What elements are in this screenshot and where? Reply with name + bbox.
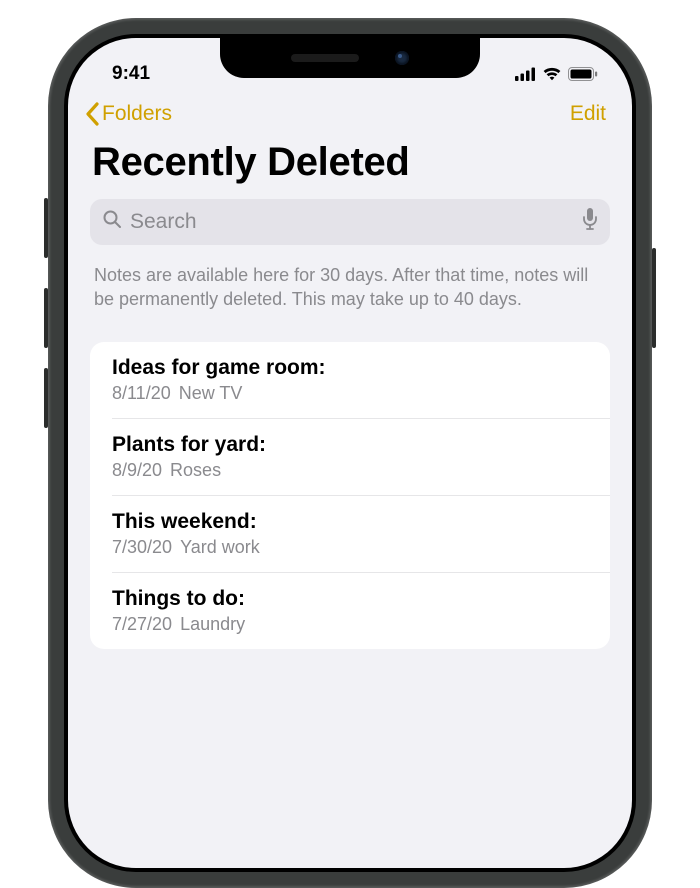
speaker-grille bbox=[291, 54, 359, 62]
battery-icon bbox=[568, 67, 598, 81]
note-subtitle: 8/9/20Roses bbox=[112, 460, 592, 481]
dictation-icon[interactable] bbox=[582, 208, 598, 236]
wifi-icon bbox=[542, 67, 562, 81]
search-placeholder: Search bbox=[130, 210, 574, 234]
front-camera bbox=[395, 51, 409, 65]
list-item[interactable]: This weekend: 7/30/20Yard work bbox=[112, 496, 610, 573]
chevron-left-icon bbox=[84, 102, 100, 126]
notch bbox=[220, 38, 480, 78]
note-title: Ideas for game room: bbox=[112, 356, 592, 380]
info-text: Notes are available here for 30 days. Af… bbox=[68, 245, 632, 334]
screen-bezel: 9:41 Folders Ed bbox=[64, 34, 636, 872]
list-item[interactable]: Plants for yard: 8/9/20Roses bbox=[112, 419, 610, 496]
note-subtitle: 8/11/20New TV bbox=[112, 383, 592, 404]
search-icon bbox=[102, 209, 122, 235]
note-subtitle: 7/27/20Laundry bbox=[112, 614, 592, 635]
note-title: Plants for yard: bbox=[112, 433, 592, 457]
note-title: This weekend: bbox=[112, 510, 592, 534]
nav-bar: Folders Edit bbox=[68, 92, 632, 130]
search-input[interactable]: Search bbox=[90, 199, 610, 245]
note-title: Things to do: bbox=[112, 587, 592, 611]
status-time: 9:41 bbox=[112, 63, 150, 85]
cellular-signal-icon bbox=[515, 67, 536, 81]
back-label: Folders bbox=[102, 102, 172, 126]
back-button[interactable]: Folders bbox=[84, 102, 172, 126]
list-item[interactable]: Ideas for game room: 8/11/20New TV bbox=[112, 342, 610, 419]
screen: 9:41 Folders Ed bbox=[68, 38, 632, 868]
list-item[interactable]: Things to do: 7/27/20Laundry bbox=[112, 573, 610, 649]
status-indicators bbox=[515, 67, 598, 81]
edit-button[interactable]: Edit bbox=[570, 102, 606, 126]
note-subtitle: 7/30/20Yard work bbox=[112, 537, 592, 558]
page-title: Recently Deleted bbox=[68, 130, 632, 199]
notes-list: Ideas for game room: 8/11/20New TV Plant… bbox=[90, 342, 610, 649]
phone-frame: 9:41 Folders Ed bbox=[48, 18, 652, 888]
